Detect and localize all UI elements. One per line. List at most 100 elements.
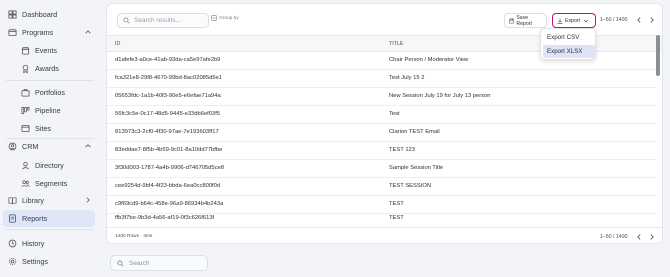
sidebar-item-settings[interactable]: Settings [8,254,48,268]
sidebar-item-dashboard[interactable]: Dashboard [8,7,57,21]
group-by-label: Group by [219,15,239,21]
cell-title: TEST [389,215,404,221]
export-menu: Export CSV Export XLSX [540,28,596,60]
cell-id: cee9254d-9bf4-4f23-bbda-6ea0cc800f0d [115,183,221,189]
sidebar-item-label: Directory [35,160,64,170]
sidebar-item-label: Programs [22,27,54,37]
chevron-right-icon [86,197,90,203]
next-page-icon[interactable] [648,233,656,241]
sidebar-item-label: Awards [35,63,59,73]
sidebar-item-pipeline[interactable]: Pipeline [21,103,61,117]
cell-title: Chair Person / Moderator View [389,57,469,63]
footer-pagination-range: 1–50 / 1400 [600,234,628,240]
table-row[interactable]: fca321e8-29f8-4670-99bd-8ac02085d5e1 Test… [107,70,656,88]
group-by-button[interactable]: Group by [211,15,239,21]
sidebar-item-label: CRM [22,141,39,151]
next-page-icon[interactable] [648,16,656,24]
sidebar-item-sites[interactable]: Sites [21,121,51,135]
reports-icon [8,213,17,223]
cell-id: 813973c3-2cf0-4f30-97ae-7e193603ff17 [115,129,219,135]
prev-page-icon[interactable] [635,16,643,24]
group-icon [211,15,217,21]
cell-title: TEST [389,201,404,207]
save-report-button[interactable]: Save Report [504,13,547,28]
cell-id: c9f69cd9-b64c-458e-96a9-86934b4b243a [115,201,224,207]
table-scrollbar[interactable] [656,35,660,76]
cell-title: TEST 123 [389,147,415,153]
sidebar-item-segments[interactable]: Segments [21,176,67,190]
export-label: Export [565,17,580,24]
sidebar-item-label: Events [35,45,57,55]
sidebar-item-label: Dashboard [22,9,58,19]
prev-page-icon[interactable] [635,233,643,241]
cell-id: ffb3f7be-9b3d-4a56-af19-0f3c626f613f [115,215,215,221]
export-csv-option[interactable]: Export CSV [543,31,595,44]
cell-id: 56fc3c5e-0c17-48d5-9445-e33db6ef03f5 [115,111,221,117]
cell-id: 83eddae7-8f5b-4b59-9c01-8a10dd77bfbe [115,147,223,153]
download-icon [557,18,563,24]
sidebar-item-library[interactable]: Library [8,193,92,207]
sidebar: Dashboard Programs Events Awards Portfol… [0,0,100,277]
gear-icon [8,257,17,266]
history-icon [8,239,17,248]
sidebar-item-reports[interactable]: Reports [8,211,47,225]
sidebar-item-portfolios[interactable]: Portfolios [21,85,65,99]
sidebar-item-directory[interactable]: Directory [21,158,64,172]
sidebar-item-programs[interactable]: Programs [8,25,92,39]
table-row[interactable]: 83eddae7-8f5b-4b59-9c01-8a10dd77bfbe TEST… [107,142,656,160]
table-row[interactable]: cee9254d-9bf4-4f23-bbda-6ea0cc800f0d TEST… [107,178,656,196]
crm-icon [8,142,17,151]
sidebar-item-crm[interactable]: CRM [8,139,92,153]
chevron-down-icon [583,19,589,22]
results-search[interactable] [117,13,209,28]
programs-icon [8,28,17,37]
cell-id: fca321e8-29f8-4670-99bd-8ac02085d5e1 [115,75,223,81]
sidebar-item-label: Sites [35,123,51,133]
row-count: 1400 Rows · 4ms [115,234,153,239]
search-input[interactable] [134,17,204,24]
save-report-label: Save Report [516,14,532,27]
column-header-title[interactable]: TITLE [389,41,403,47]
bottom-search-input[interactable] [129,259,199,267]
portfolios-icon [21,88,30,97]
sidebar-item-events[interactable]: Events [21,43,57,57]
table-row[interactable]: 813973c3-2cf0-4f30-97ae-7e193603ff17 Clar… [107,124,656,142]
events-icon [21,46,30,55]
cell-id: 05653fdc-1a1b-40f3-90e5-e6efae71a94a [115,93,221,99]
directory-icon [21,161,30,170]
chevron-up-icon [85,30,91,34]
pipeline-icon [21,106,30,115]
table-row[interactable]: ffb3f7be-9b3d-4a56-af19-0f3c626f613f TEST [107,211,656,227]
chevron-up-icon [85,144,91,148]
sidebar-item-history[interactable]: History [8,236,44,250]
column-header-id[interactable]: ID [115,41,120,47]
export-xlsx-option[interactable]: Export XLSX [543,45,595,58]
save-icon [509,18,515,23]
pagination-range: 1–50 / 1400 [600,17,628,23]
table-row[interactable]: 05653fdc-1a1b-40f3-90e5-e6efae71a94a New … [107,88,656,106]
sidebar-item-label: Library [22,195,44,205]
export-button[interactable]: Export [552,13,596,28]
sidebar-item-label: Portfolios [35,87,65,97]
bottom-search[interactable] [110,255,208,271]
library-icon [8,196,17,205]
divider [6,229,94,230]
search-icon [123,17,130,24]
cell-title: New Session July 19 for July 13 person [389,93,491,99]
search-icon [117,259,124,267]
cell-title: Clarion TEST Email [389,129,440,135]
sidebar-item-label: Reports [22,213,48,223]
sidebar-item-label: Settings [22,256,48,266]
cell-title: TEST SESSION [389,183,432,189]
table-row[interactable]: 3f30d003-1787-4a4b-9906-d746705d5ce8 Samp… [107,160,656,178]
cell-title: Test July 15 2 [389,75,425,81]
divider [6,80,94,81]
sidebar-item-label: Pipeline [35,105,61,115]
awards-icon [21,64,30,73]
cell-title: Test [389,111,400,117]
sidebar-item-awards[interactable]: Awards [21,61,59,75]
segments-icon [21,179,30,188]
sidebar-item-label: Segments [35,178,68,188]
table-row[interactable]: 56fc3c5e-0c17-48d5-9445-e33db6ef03f5 Test [107,106,656,124]
cell-id: d1afefe3-a0ce-41ab-93da-ca5e97afe2b9 [115,57,221,63]
